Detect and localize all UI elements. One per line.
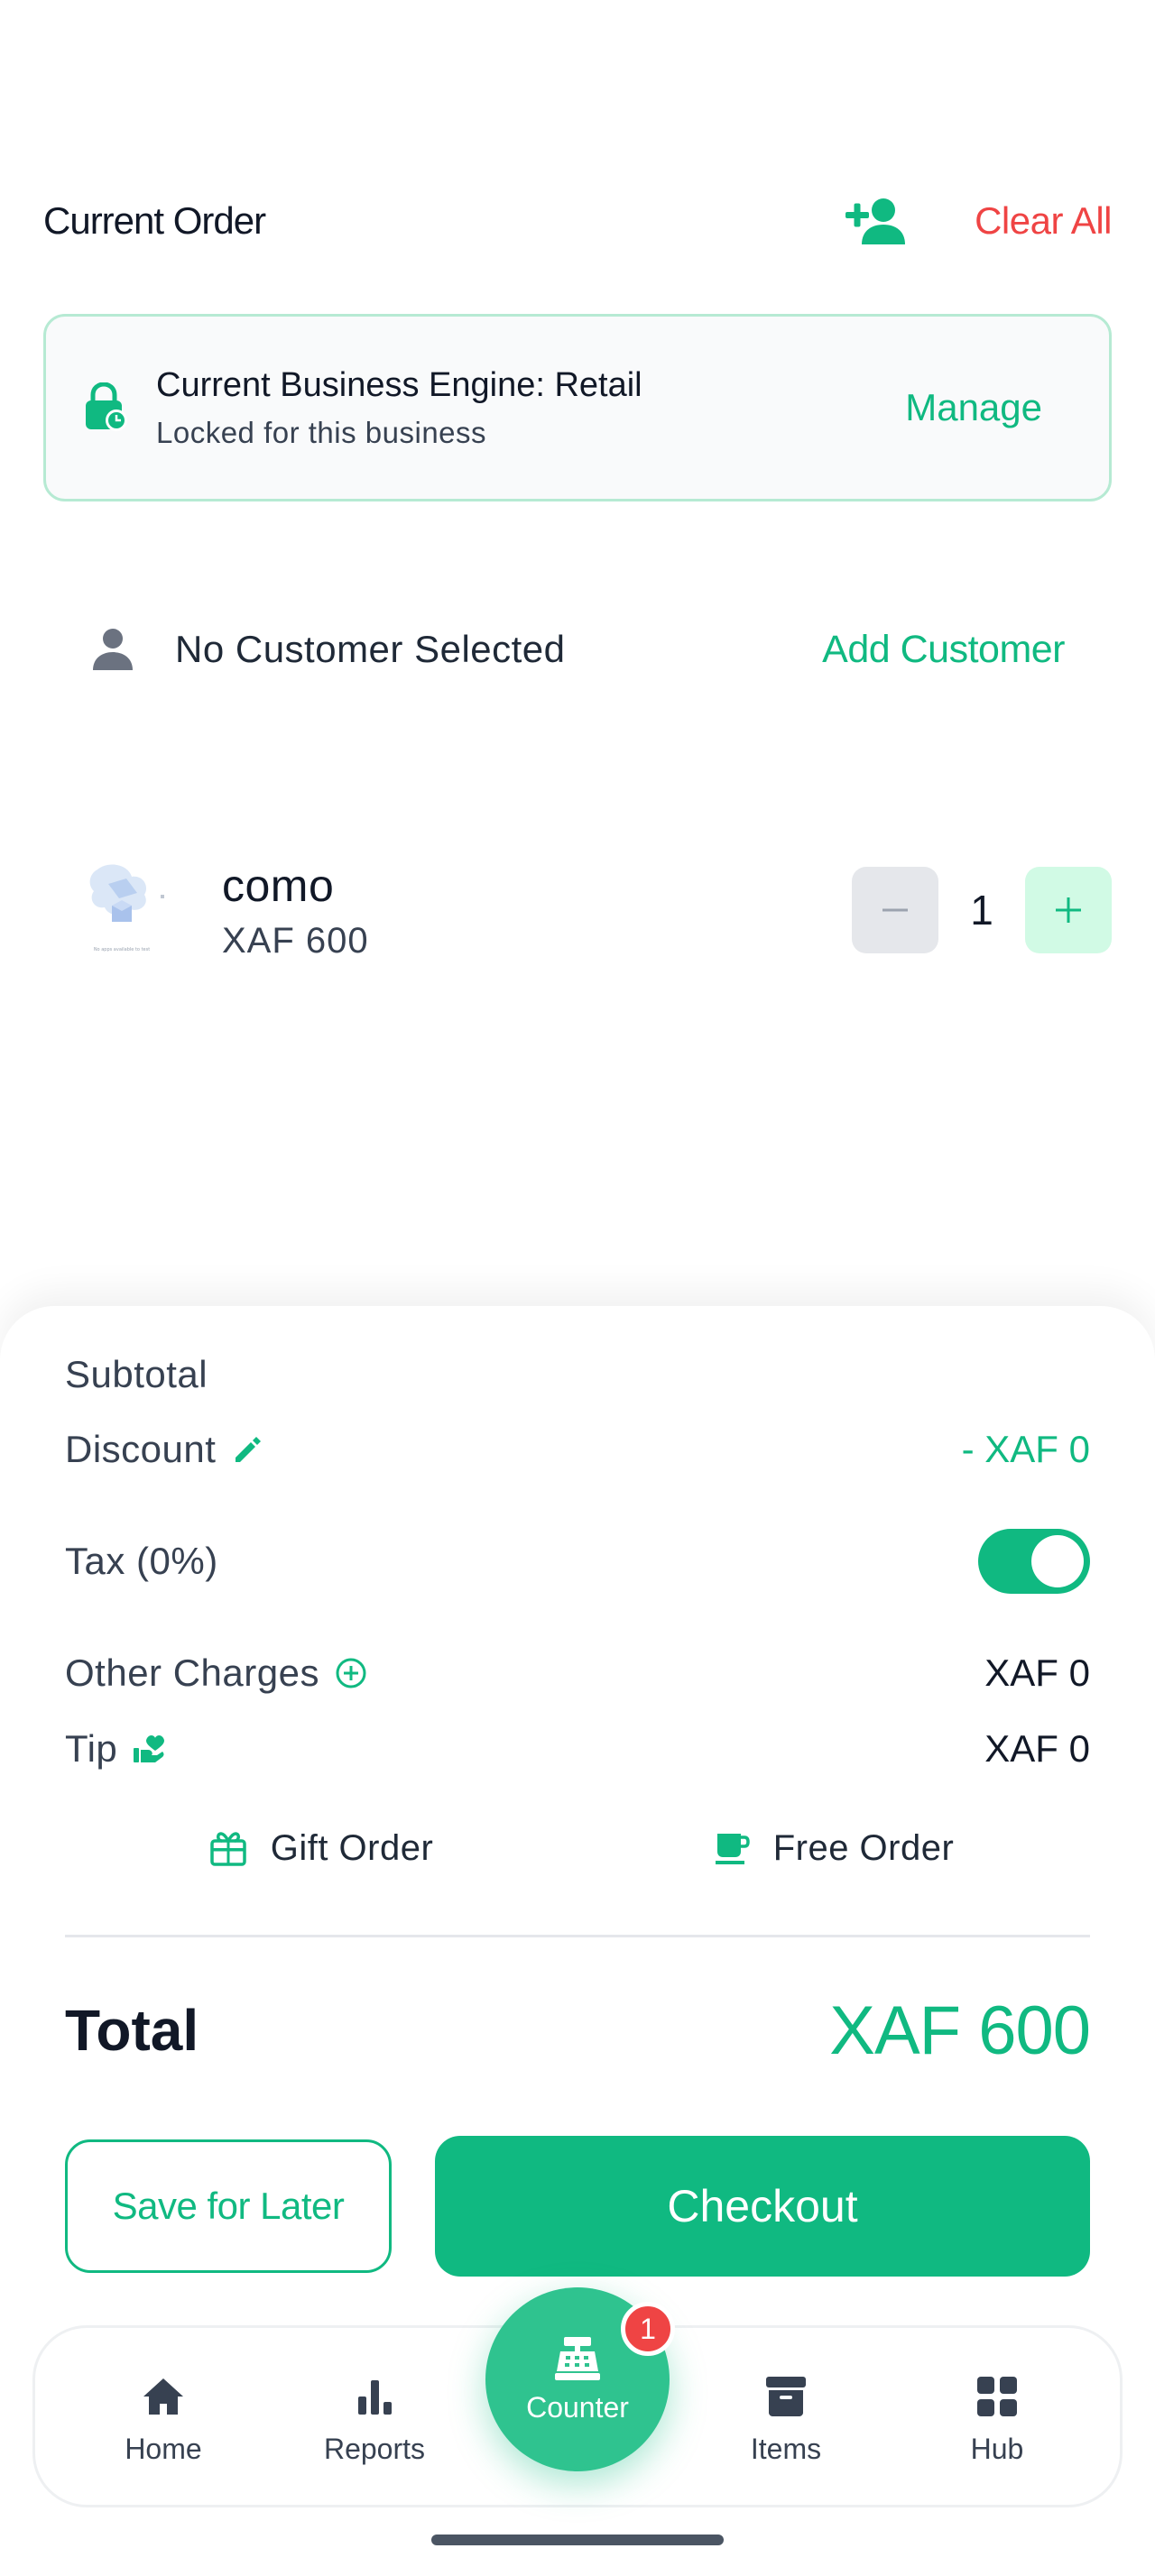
counter-badge: 1 <box>621 2302 675 2356</box>
nav-item-hub[interactable]: Hub <box>916 2373 1078 2466</box>
nav-item-items[interactable]: Items <box>705 2373 867 2466</box>
gift-order-button[interactable]: Gift Order <box>65 1817 578 1880</box>
grid-icon <box>977 2377 1017 2416</box>
plus-circle-icon[interactable] <box>334 1656 368 1690</box>
tip-label: Tip <box>65 1727 118 1770</box>
nav-label-items: Items <box>750 2433 822 2465</box>
discount-label-group: Discount <box>65 1428 264 1471</box>
save-for-later-button[interactable]: Save for Later <box>65 2139 392 2273</box>
bar-chart-icon <box>358 2380 392 2415</box>
gift-icon <box>209 1832 246 1866</box>
hand-heart-icon[interactable] <box>132 1732 166 1766</box>
increase-quantity-button[interactable] <box>1025 867 1112 953</box>
other-charges-value: XAF 0 <box>984 1651 1090 1694</box>
tip-row: Tip XAF 0 <box>65 1717 1090 1780</box>
home-indicator <box>431 2535 724 2545</box>
summary-divider <box>65 1935 1090 1937</box>
lock-clock-icon <box>86 382 127 431</box>
item-name: como <box>222 860 335 911</box>
quantity-stepper: 1 <box>852 867 1112 953</box>
list-item: No apps available to test como XAF 600 1 <box>72 833 1112 987</box>
cash-register-icon <box>555 2336 600 2380</box>
other-charges-row: Other Charges XAF 0 <box>65 1642 1090 1705</box>
clear-all-button[interactable]: Clear All <box>975 199 1112 243</box>
item-price: XAF 600 <box>222 920 369 961</box>
checkout-button[interactable]: Checkout <box>435 2136 1090 2277</box>
person-icon <box>93 629 133 670</box>
discount-row: Discount - XAF 0 <box>65 1418 1090 1481</box>
tax-toggle[interactable] <box>978 1529 1090 1594</box>
plus-icon <box>1056 897 1081 923</box>
other-charges-label: Other Charges <box>65 1651 319 1694</box>
nav-label-counter: Counter <box>526 2390 629 2424</box>
archive-box-icon <box>766 2377 806 2416</box>
add-customer-button[interactable]: Add Customer <box>822 628 1065 672</box>
home-icon <box>143 2378 183 2415</box>
tax-label: Tax (0%) <box>65 1540 218 1582</box>
coffee-cup-icon <box>715 1834 750 1864</box>
discount-label: Discount <box>65 1428 217 1470</box>
business-engine-card: Current Business Engine: Retail Locked f… <box>43 314 1112 501</box>
header-actions: Clear All <box>845 189 1112 253</box>
discount-value: - XAF 0 <box>961 1428 1090 1470</box>
engine-title: Current Business Engine: Retail <box>156 365 642 404</box>
add-user-button[interactable] <box>845 189 910 253</box>
customer-label: No Customer Selected <box>175 628 566 670</box>
action-buttons: Save for Later Checkout <box>65 2136 1090 2277</box>
total-value: XAF 600 <box>829 1992 1091 2069</box>
nav-label-home: Home <box>125 2433 202 2465</box>
tip-label-group: Tip <box>65 1727 166 1771</box>
item-thumbnail: No apps available to test <box>72 857 171 963</box>
toggle-knob <box>1031 1535 1084 1587</box>
total-label: Total <box>65 1998 199 2063</box>
nav-label-hub: Hub <box>970 2433 1024 2465</box>
item-info: como XAF 600 <box>222 860 852 961</box>
customer-row: No Customer Selected Add Customer <box>90 613 1065 685</box>
engine-text: Current Business Engine: Retail Locked f… <box>156 366 905 450</box>
free-order-button[interactable]: Free Order <box>578 1817 1090 1880</box>
order-type-row: Gift Order Free Order <box>65 1817 1090 1880</box>
subtotal-label: Subtotal <box>65 1353 208 1395</box>
nav-item-reports[interactable]: Reports <box>293 2373 456 2466</box>
order-header: Current Order Clear All <box>43 180 1112 262</box>
person-add-icon <box>845 198 906 244</box>
counter-button[interactable]: Counter 1 <box>485 2287 675 2471</box>
page-title: Current Order <box>43 199 266 242</box>
placeholder-illustration-icon: No apps available to test <box>89 864 164 952</box>
gift-order-label: Gift Order <box>270 1827 434 1868</box>
tax-row: Tax (0%) <box>65 1521 1090 1602</box>
manage-button[interactable]: Manage <box>905 386 1073 429</box>
decrease-quantity-button[interactable] <box>852 867 938 953</box>
quantity-value: 1 <box>970 887 993 934</box>
nav-item-home[interactable]: Home <box>82 2373 245 2466</box>
other-charges-label-group: Other Charges <box>65 1651 368 1695</box>
free-order-label: Free Order <box>772 1827 955 1868</box>
minus-icon <box>882 908 908 912</box>
pencil-icon[interactable] <box>230 1432 264 1467</box>
tip-value: XAF 0 <box>984 1727 1090 1770</box>
nav-label-reports: Reports <box>323 2433 426 2465</box>
subtotal-row: Subtotal <box>65 1348 1090 1402</box>
thumbnail-caption: No apps available to test <box>94 947 150 952</box>
total-row: Total XAF 600 <box>65 1981 1091 2080</box>
engine-subtitle: Locked for this business <box>156 415 487 449</box>
